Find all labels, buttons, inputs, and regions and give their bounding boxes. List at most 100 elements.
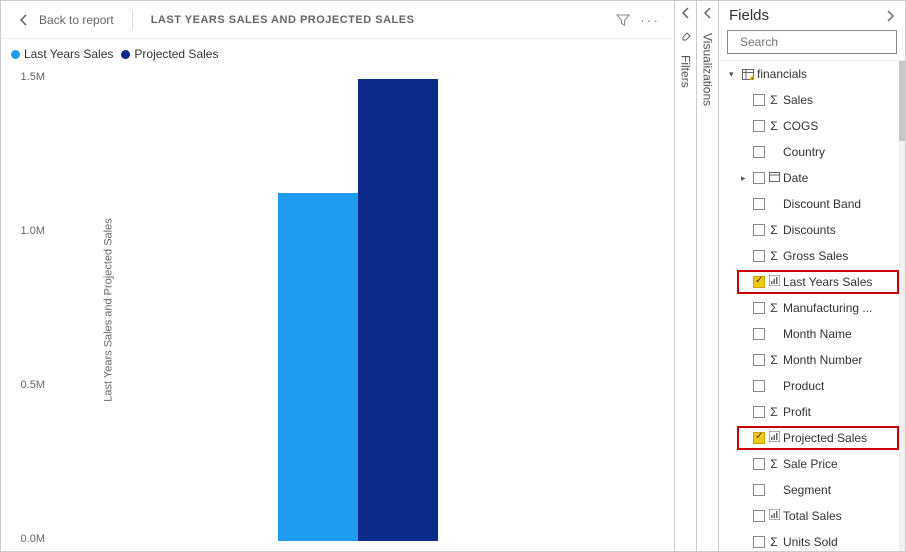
field-checkbox[interactable] [753, 94, 765, 106]
measure-icon [767, 431, 781, 445]
chevron-right-icon[interactable] [885, 10, 895, 22]
field-item[interactable]: Product [719, 373, 905, 399]
field-name: Month Number [783, 353, 862, 367]
field-name: Profit [783, 405, 811, 419]
eraser-icon [680, 29, 692, 41]
field-checkbox[interactable] [753, 198, 765, 210]
y-tick-label: 1.0M [11, 225, 45, 237]
fields-search-input[interactable] [740, 35, 895, 49]
field-item[interactable]: ΣUnits Sold [719, 529, 905, 551]
measure-icon [767, 509, 781, 523]
filters-pane-collapsed[interactable]: Filters [675, 1, 697, 551]
legend-item[interactable]: Last Years Sales [11, 47, 113, 61]
field-checkbox[interactable] [753, 484, 765, 496]
y-tick-label: 0.5M [11, 379, 45, 391]
table-icon [741, 69, 755, 80]
legend-label: Projected Sales [134, 47, 218, 61]
field-item[interactable]: ΣProfit [719, 399, 905, 425]
sigma-icon: Σ [767, 457, 781, 471]
field-item[interactable]: Segment [719, 477, 905, 503]
field-name: Discounts [783, 223, 836, 237]
chart-legend: Last Years Sales Projected Sales [1, 39, 674, 69]
sigma-icon: Σ [767, 353, 781, 367]
field-name: Units Sold [783, 535, 838, 549]
field-checkbox[interactable] [753, 536, 765, 548]
chevron-left-icon [19, 13, 29, 27]
visual-header-actions: ··· [616, 13, 660, 27]
more-options-button[interactable]: ··· [640, 13, 660, 27]
sigma-icon: Σ [767, 535, 781, 549]
field-checkbox[interactable] [753, 432, 765, 444]
field-checkbox[interactable] [753, 380, 765, 392]
visualizations-pane-collapsed[interactable]: Visualizations [697, 1, 719, 551]
field-name: Sales [783, 93, 813, 107]
filters-label: Filters [679, 55, 693, 88]
sigma-icon: Σ [767, 301, 781, 315]
fields-tree: ▾financialsΣSalesΣCOGSCountry▸DateDiscou… [719, 60, 905, 551]
field-item[interactable]: ▸Date [719, 165, 905, 191]
field-checkbox[interactable] [753, 354, 765, 366]
visualizations-label: Visualizations [701, 33, 715, 106]
field-checkbox[interactable] [753, 328, 765, 340]
field-item[interactable]: Last Years Sales [719, 269, 905, 295]
field-item[interactable]: Projected Sales [719, 425, 905, 451]
field-item[interactable]: ΣMonth Number [719, 347, 905, 373]
divider [132, 10, 133, 30]
field-checkbox[interactable] [753, 276, 765, 288]
measure-icon [767, 275, 781, 289]
field-name: COGS [783, 119, 818, 133]
field-checkbox[interactable] [753, 120, 765, 132]
field-name: Segment [783, 483, 831, 497]
legend-label: Last Years Sales [24, 47, 113, 61]
caret-right-icon[interactable]: ▸ [741, 173, 751, 184]
field-item[interactable]: ΣSales [719, 87, 905, 113]
field-item[interactable]: Discount Band [719, 191, 905, 217]
field-name: Discount Band [783, 197, 861, 211]
field-name: Sale Price [783, 457, 838, 471]
calendar-icon [767, 171, 781, 185]
visual-area: Back to report LAST YEARS SALES AND PROJ… [1, 1, 675, 551]
chevron-left-icon [703, 7, 713, 19]
chevron-left-icon [681, 7, 691, 19]
field-checkbox[interactable] [753, 172, 765, 184]
field-checkbox[interactable] [753, 146, 765, 158]
field-name: Gross Sales [783, 249, 848, 263]
field-checkbox[interactable] [753, 224, 765, 236]
field-item[interactable]: ΣGross Sales [719, 243, 905, 269]
table-name: financials [757, 67, 807, 81]
field-name: Total Sales [783, 509, 842, 523]
sigma-icon: Σ [767, 405, 781, 419]
fields-title: Fields [729, 7, 769, 24]
field-item[interactable]: ΣSale Price [719, 451, 905, 477]
sigma-icon: Σ [767, 119, 781, 133]
fields-pane: Fields ▾financialsΣSalesΣCOGSCountry▸Dat… [719, 1, 905, 551]
field-item[interactable]: Month Name [719, 321, 905, 347]
legend-swatch [121, 50, 130, 59]
sigma-icon: Σ [767, 223, 781, 237]
field-name: Month Name [783, 327, 852, 341]
filter-icon[interactable] [616, 13, 630, 27]
field-checkbox[interactable] [753, 458, 765, 470]
field-name: Product [783, 379, 824, 393]
field-checkbox[interactable] [753, 250, 765, 262]
y-tick-label: 1.5M [11, 71, 45, 83]
field-checkbox[interactable] [753, 406, 765, 418]
bar[interactable] [358, 79, 438, 541]
caret-down-icon: ▾ [729, 69, 739, 80]
bars-container [51, 79, 664, 541]
field-item[interactable]: ΣManufacturing ... [719, 295, 905, 321]
chart-area: Last Years Sales and Projected Sales 0.0… [1, 69, 674, 551]
bar[interactable] [278, 193, 358, 541]
legend-item[interactable]: Projected Sales [121, 47, 218, 61]
fields-table-header[interactable]: ▾ financials [719, 61, 905, 87]
field-item[interactable]: ΣCOGS [719, 113, 905, 139]
field-item[interactable]: Total Sales [719, 503, 905, 529]
field-item[interactable]: Country [719, 139, 905, 165]
field-checkbox[interactable] [753, 302, 765, 314]
fields-search[interactable] [727, 30, 897, 54]
back-to-report-button[interactable]: Back to report [19, 13, 114, 27]
y-tick-label: 0.0M [11, 533, 45, 545]
field-item[interactable]: ΣDiscounts [719, 217, 905, 243]
field-checkbox[interactable] [753, 510, 765, 522]
field-name: Manufacturing ... [783, 301, 872, 315]
